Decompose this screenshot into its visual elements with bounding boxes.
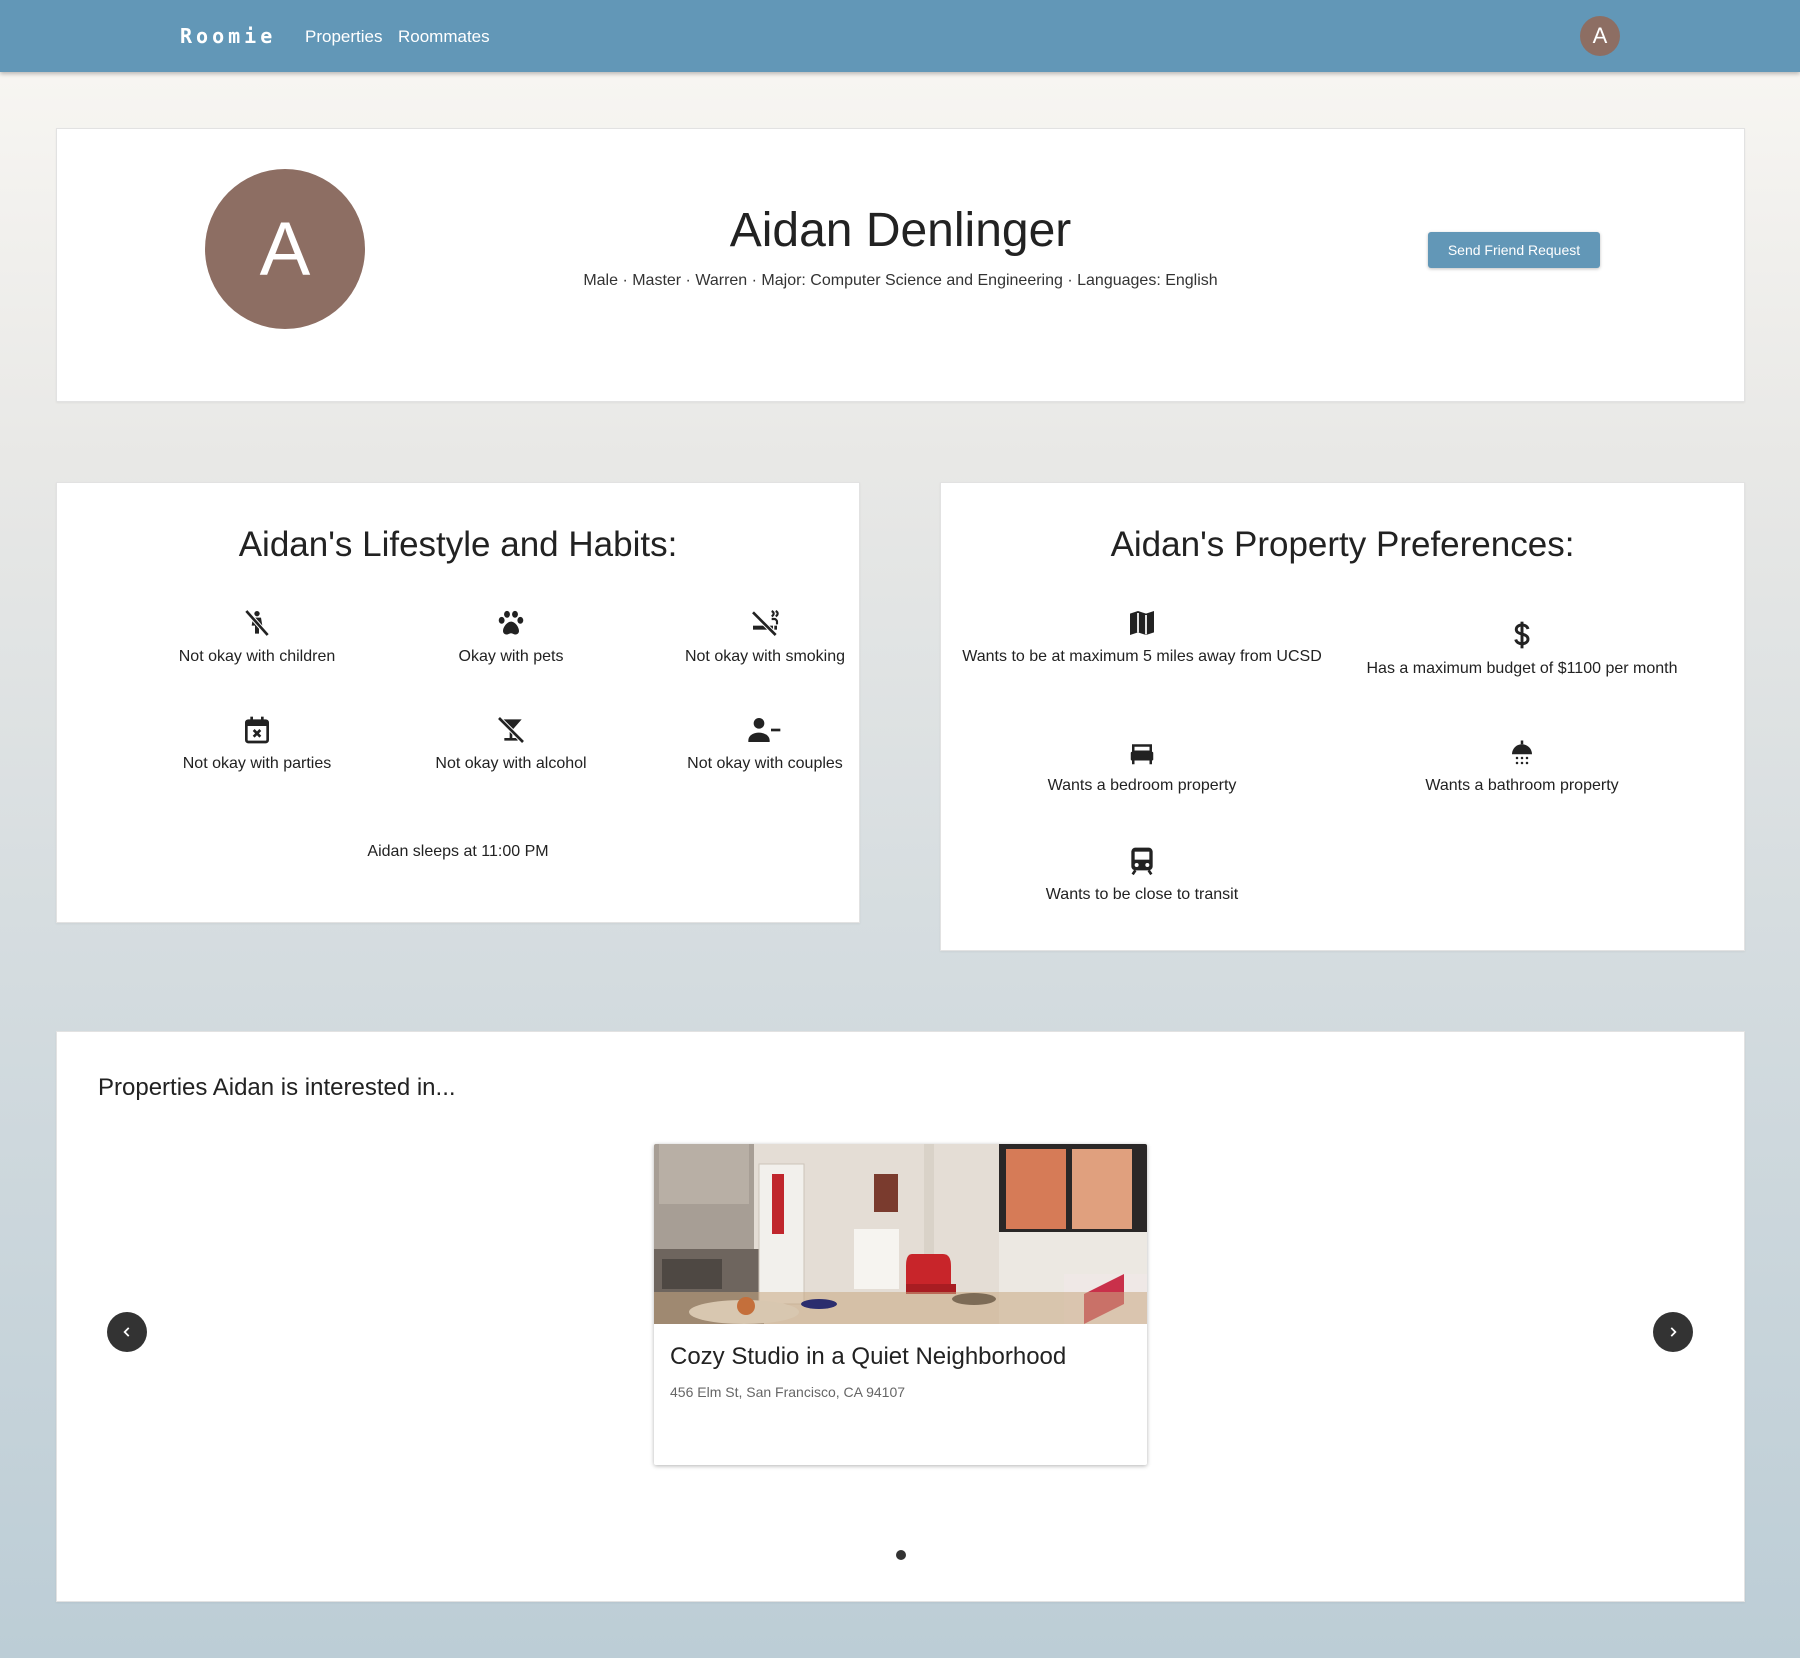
property-address: 456 Elm St, San Francisco, CA 94107 [670,1384,906,1400]
habit-pets: Okay with pets [384,607,638,668]
dollar-icon [1514,621,1530,649]
brand-logo[interactable]: Roomie [180,24,276,48]
map-icon [1130,611,1154,635]
habit-smoking: Not okay with smoking [638,607,892,668]
lifestyle-title: Aidan's Lifestyle and Habits: [238,525,678,564]
pref-bathroom: Wants a bathroom property [1332,738,1712,797]
send-friend-request-button[interactable]: Send Friend Request [1428,232,1600,268]
pref-distance: Wants to be at maximum 5 miles away from… [952,607,1332,668]
habit-label: Not okay with alcohol [435,755,587,772]
habit-alcohol: Not okay with alcohol [384,714,638,775]
pref-label: Wants to be close to transit [1045,886,1239,903]
habit-label: Not okay with couples [687,755,843,772]
train-icon [1131,847,1153,876]
paw-icon [498,610,524,635]
property-card[interactable]: Cozy Studio in a Quiet Neighborhood 456 … [654,1144,1147,1465]
chevron-left-icon [123,1327,130,1337]
sleep-time: Aidan sleeps at 11:00 PM [367,843,549,860]
nav-link-roommates[interactable]: Roommates [398,27,490,47]
habit-label: Okay with pets [458,648,564,665]
shower-icon [1512,740,1532,765]
person-remove-icon [748,718,781,742]
interested-title: Properties Aidan is interested in... [98,1074,456,1101]
user-avatar-initial: A [1592,23,1608,48]
habit-label: Not okay with smoking [684,648,846,665]
pref-label: Wants a bathroom property [1425,777,1619,794]
chevron-right-icon [1670,1327,1677,1337]
carousel-prev-button[interactable] [107,1312,147,1352]
property-photo [654,1144,1147,1324]
pref-bedroom: Wants a bedroom property [952,738,1332,797]
calendar-x-icon [245,716,269,744]
habit-parties: Not okay with parties [130,714,384,775]
carousel-next-button[interactable] [1653,1312,1693,1352]
nav-link-properties[interactable]: Properties [305,27,382,47]
carousel-indicator-dot[interactable] [896,1550,906,1560]
top-app-bar: Roomie Properties Roommates A [0,0,1800,72]
pref-label: Wants to be at maximum 5 miles away from… [962,648,1322,665]
pref-transit: Wants to be close to transit [952,845,1332,906]
preferences-title: Aidan's Property Preferences: [1110,525,1575,564]
no-children-icon [244,609,270,637]
pref-label: Wants a bedroom property [1047,777,1237,794]
habit-couples: Not okay with couples [638,714,892,775]
habit-children: Not okay with children [130,607,384,668]
lifestyle-card: Aidan's Lifestyle and Habits: Not okay w… [56,482,860,923]
no-alcohol-icon [497,716,525,744]
preferences-card: Aidan's Property Preferences: Wants to b… [940,482,1745,951]
bed-icon [1130,744,1154,765]
pref-label: Has a maximum budget of $1100 per month [1366,660,1678,677]
pref-budget: Has a maximum budget of $1100 per month [1332,619,1712,680]
property-title: Cozy Studio in a Quiet Neighborhood [670,1343,1067,1370]
interested-properties-card: Properties Aidan is interested in... Coz… [56,1031,1745,1602]
user-avatar[interactable]: A [1580,16,1620,56]
profile-card: A Aidan Denlinger Male · Master · Warren… [56,128,1745,402]
profile-details: Male · Master · Warren · Major: Computer… [583,272,1218,289]
habit-label: Not okay with children [178,648,336,665]
habit-label: Not okay with parties [182,755,332,772]
no-smoking-icon [751,610,779,637]
